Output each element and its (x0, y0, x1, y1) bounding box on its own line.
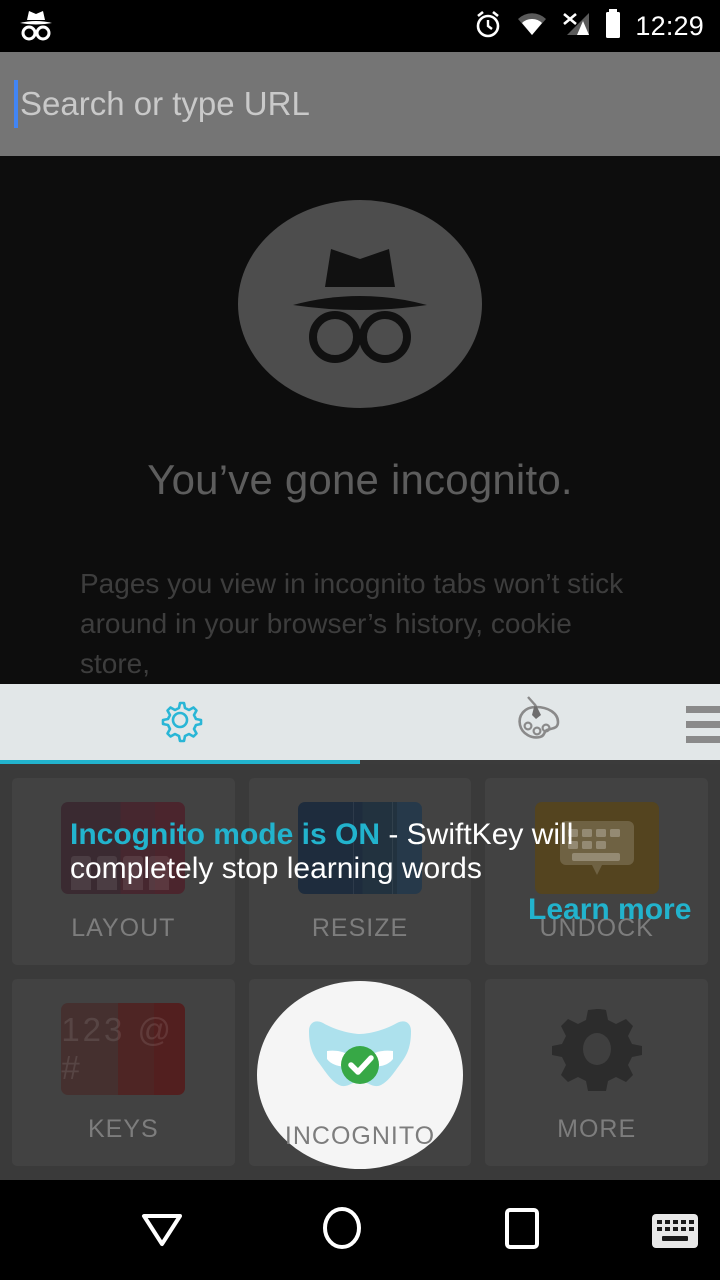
status-bar-left-icons (16, 7, 56, 46)
tile-more[interactable]: MORE (485, 979, 708, 1166)
triangle-down-icon (138, 1206, 186, 1255)
spotlight-label: INCOGNITO (284, 1122, 436, 1150)
page-description: Pages you view in incognito tabs won’t s… (80, 568, 624, 679)
status-bar-clock: 12:29 (635, 10, 704, 41)
tile-label: MORE (557, 1115, 637, 1143)
tab-settings[interactable] (0, 684, 360, 760)
coachmark-highlight: Incognito mode is ON (70, 818, 381, 851)
incognito-mask-icon (309, 1021, 411, 1087)
android-navigation-bar (0, 1180, 720, 1280)
phone-screen: 12:29 Search or type URL You’ve gone inc… (0, 0, 720, 1280)
text-caret (14, 80, 18, 128)
alarm-icon (473, 9, 503, 44)
gear-icon (535, 1003, 659, 1095)
nav-home-button[interactable] (252, 1205, 432, 1256)
incognito-avatar-icon (238, 200, 482, 408)
nav-recents-button[interactable] (432, 1205, 612, 1256)
keys-tile-glyphs: 123 @ # (61, 1011, 175, 1086)
tile-label: LAYOUT (71, 914, 176, 942)
tile-keys[interactable]: 123 @ # KEYS (12, 979, 235, 1166)
tile-label: KEYS (87, 1115, 159, 1143)
keyboard-toolbar-tabs (0, 684, 720, 760)
page-title: You’ve gone incognito. (147, 456, 573, 503)
circle-icon (319, 1205, 365, 1256)
signal-no-service-icon (561, 11, 591, 42)
hamburger-menu-icon[interactable] (686, 706, 720, 743)
keys-tile-icon: 123 @ # (61, 1003, 186, 1095)
learn-more-link[interactable]: Learn more (528, 893, 691, 927)
incognito-hat-icon (16, 7, 56, 46)
tab-themes[interactable] (360, 684, 720, 760)
search-input-placeholder[interactable]: Search or type URL (20, 85, 310, 123)
nav-back-button[interactable] (72, 1206, 252, 1255)
incognito-spotlight[interactable]: INCOGNITO (257, 981, 463, 1169)
wifi-icon (516, 11, 548, 42)
coachmark-text: Incognito mode is ON - SwiftKey will com… (70, 818, 650, 886)
palette-icon (514, 695, 566, 750)
gear-icon (157, 697, 203, 748)
keyboard-icon[interactable] (652, 1214, 698, 1253)
keyboard-toolbar (0, 684, 720, 765)
status-bar-right-icons: 12:29 (473, 8, 704, 44)
tile-label: RESIZE (311, 914, 409, 942)
battery-icon (604, 8, 622, 44)
square-icon (501, 1205, 543, 1256)
status-bar: 12:29 (0, 0, 720, 52)
incognito-page: You’ve gone incognito. Pages you view in… (0, 156, 720, 684)
url-bar[interactable]: Search or type URL (0, 52, 720, 156)
